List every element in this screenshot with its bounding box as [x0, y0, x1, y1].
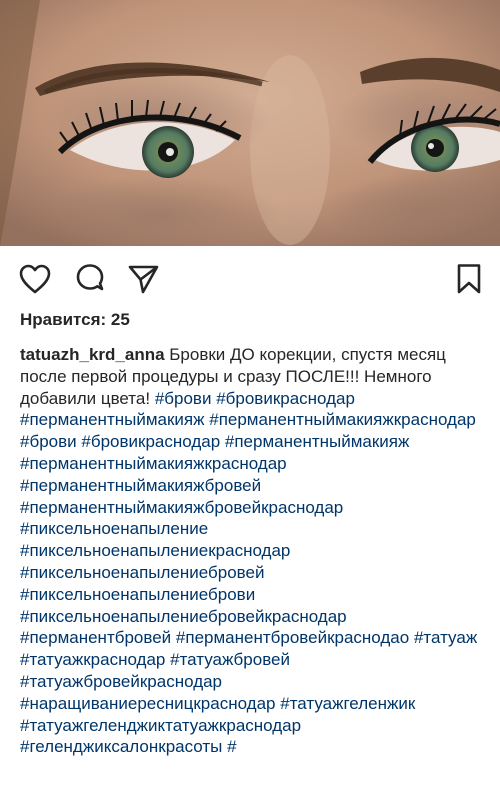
hashtag-link[interactable]: #татуажгеленжик — [280, 694, 415, 713]
bookmark-icon[interactable] — [452, 262, 486, 296]
hashtag-link[interactable]: #перманентныймакияжбровей — [20, 476, 261, 495]
comment-bubble-icon[interactable] — [73, 262, 107, 296]
hashtag-link[interactable]: #перманентныймакияж — [225, 432, 410, 451]
hashtag-link[interactable]: # — [227, 737, 236, 756]
hashtag-link[interactable]: #пиксельноенапылениекраснодар — [20, 541, 290, 560]
hashtag-link[interactable]: #татуажгеленджиктатуажкраснодар — [20, 716, 301, 735]
hashtag-link[interactable]: #татуажбровейкраснодар — [20, 672, 222, 691]
hashtag-link[interactable]: #татуажбровей — [170, 650, 290, 669]
hashtag-link[interactable]: #пиксельноенапылениебровей — [20, 563, 264, 582]
paper-plane-icon[interactable] — [126, 262, 160, 296]
hashtag-list: #брови #бровикраснодар #перманентныймаки… — [20, 389, 477, 757]
hashtag-link[interactable]: #брови — [155, 389, 212, 408]
hashtag-link[interactable]: #перманентныймакияж — [20, 410, 205, 429]
likes-count[interactable]: Нравится: 25 — [20, 310, 130, 330]
hashtag-link[interactable]: #геленджиксалонкрасоты — [20, 737, 222, 756]
hashtag-link[interactable]: #перманентбровейкраснодао — [176, 628, 409, 647]
hashtag-link[interactable]: #брови — [20, 432, 77, 451]
hashtag-link[interactable]: #наращиваниересницкраснодар — [20, 694, 276, 713]
post-actions-bar — [0, 246, 500, 310]
hashtag-link[interactable]: #пиксельноенапылениеброви — [20, 585, 255, 604]
hashtag-link[interactable]: #перманентныймакияжкраснодар — [209, 410, 476, 429]
hashtag-link[interactable]: #перманентбровей — [20, 628, 171, 647]
hashtag-link[interactable]: #татуаж — [414, 628, 477, 647]
hashtag-link[interactable]: #пиксельноенапыление — [20, 519, 208, 538]
hashtag-link[interactable]: #бровикраснодар — [216, 389, 355, 408]
hashtag-link[interactable]: #перманентныймакияжкраснодар — [20, 454, 287, 473]
post-photo[interactable] — [0, 0, 500, 246]
post-caption: tatuazh_krd_anna Бровки ДО корекции, спу… — [20, 344, 480, 758]
hashtag-link[interactable]: #татуажкраснодар — [20, 650, 165, 669]
eyes-photo-image — [0, 0, 500, 246]
hashtag-link[interactable]: #пиксельноенапылениебровейкраснодар — [20, 607, 347, 626]
hashtag-link[interactable]: #перманентныймакияжбровейкраснодар — [20, 498, 343, 517]
hashtag-link[interactable]: #бровикраснодар — [81, 432, 220, 451]
heart-outline-icon[interactable] — [18, 262, 52, 296]
caption-username[interactable]: tatuazh_krd_anna — [20, 345, 165, 364]
